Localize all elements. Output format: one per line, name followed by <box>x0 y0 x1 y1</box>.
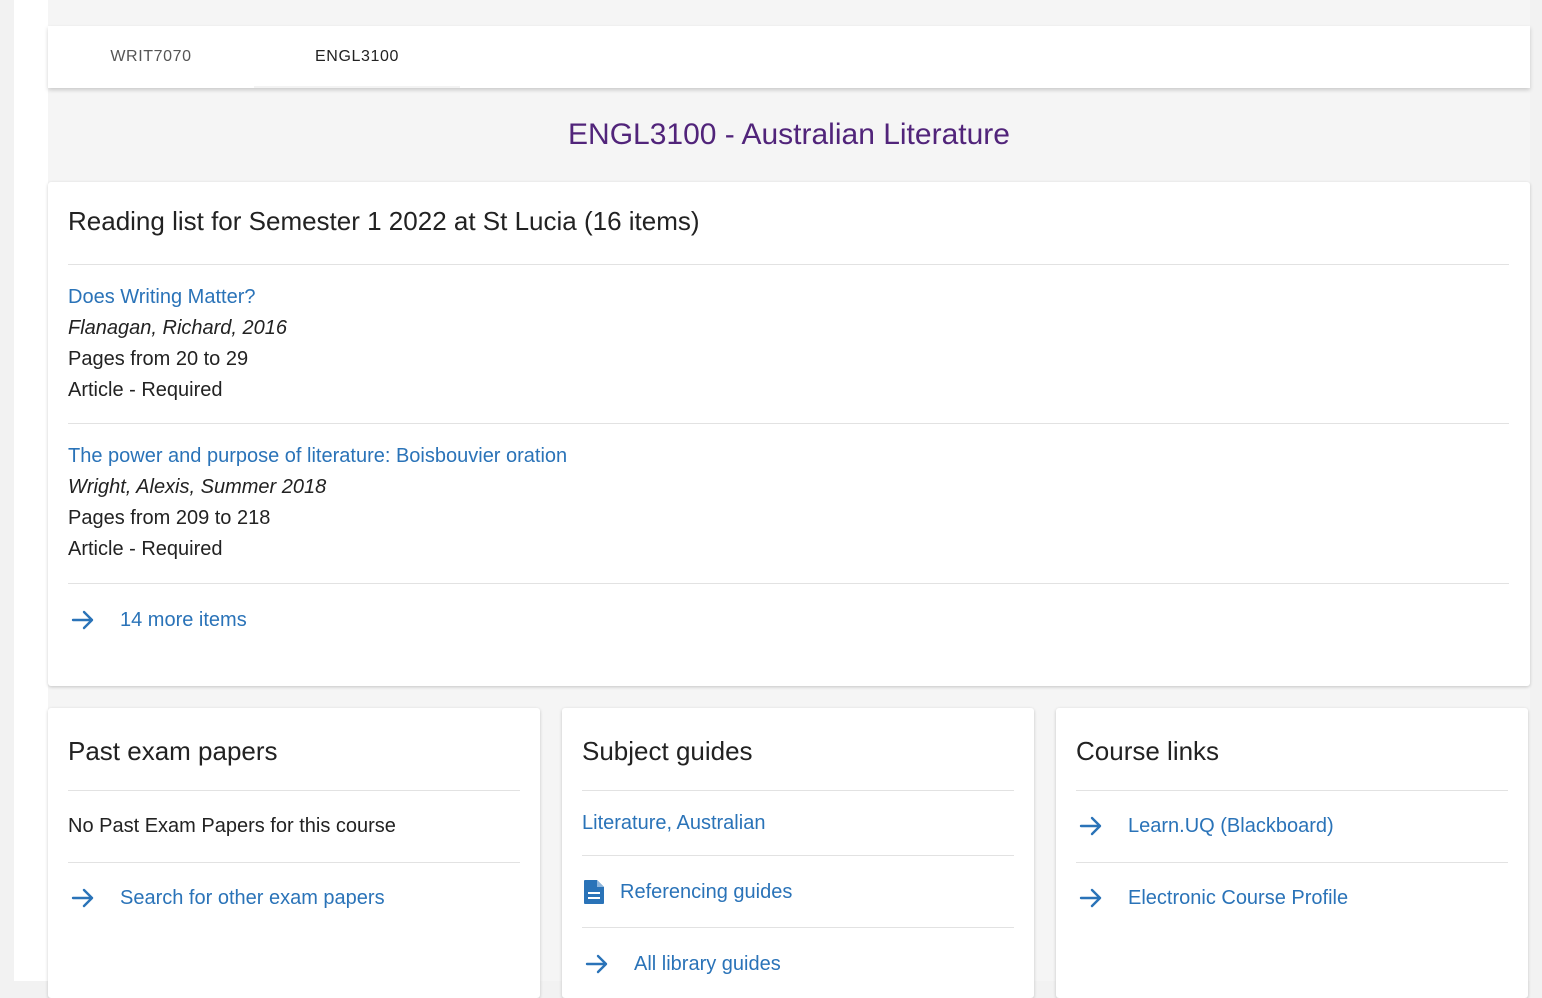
reading-item-pages: Pages from 20 to 29 <box>68 348 249 370</box>
divider <box>68 790 520 791</box>
learn-uq-label: Learn.UQ (Blackboard) <box>1128 814 1334 837</box>
divider <box>68 423 1509 424</box>
reading-item-author: Flanagan, Richard, 2016 <box>68 317 288 339</box>
more-items-link[interactable]: 14 more items <box>68 608 247 632</box>
no-exams-text: No Past Exam Papers for this course <box>68 815 396 837</box>
reading-item-author: Wright, Alexis, Summer 2018 <box>68 476 327 498</box>
past-exam-papers-card: Past exam papers No Past Exam Papers for… <box>48 708 540 998</box>
subject-guides-card: Subject guides Literature, Australian Re… <box>562 708 1034 998</box>
divider <box>582 790 1014 791</box>
reading-item: The power and purpose of literature: Boi… <box>68 441 567 565</box>
learn-uq-link[interactable]: Learn.UQ (Blackboard) <box>1076 814 1334 838</box>
course-title: ENGL3100 - Australian Literature <box>568 118 1010 151</box>
reading-item-type: Article - Required <box>68 538 223 560</box>
subject-guides-heading: Subject guides <box>582 736 753 766</box>
reading-list-heading: Reading list for Semester 1 2022 at St L… <box>68 206 700 236</box>
electronic-course-profile-label: Electronic Course Profile <box>1128 886 1349 909</box>
all-library-guides-label: All library guides <box>634 952 781 975</box>
tab-writ7070[interactable]: WRIT7070 <box>48 26 254 88</box>
divider <box>68 264 1509 265</box>
arrow-right-icon <box>1076 886 1106 910</box>
referencing-guides-label: Referencing guides <box>620 880 793 903</box>
arrow-right-icon <box>1076 814 1106 838</box>
reading-item: Does Writing Matter? Flanagan, Richard, … <box>68 282 287 406</box>
referencing-guides-link[interactable]: Referencing guides <box>582 878 792 906</box>
search-exam-papers-link[interactable]: Search for other exam papers <box>68 886 385 910</box>
document-icon <box>582 878 606 906</box>
more-items-label: 14 more items <box>120 608 247 631</box>
electronic-course-profile-link[interactable]: Electronic Course Profile <box>1076 886 1348 910</box>
arrow-right-icon <box>582 952 612 976</box>
reading-item-title-link[interactable]: The power and purpose of literature: Boi… <box>68 441 567 472</box>
arrow-right-icon <box>68 608 98 632</box>
course-tabs: WRIT7070 ENGL3100 <box>48 26 1530 88</box>
tab-engl3100[interactable]: ENGL3100 <box>254 26 460 88</box>
divider <box>68 583 1509 584</box>
reading-item-pages: Pages from 209 to 218 <box>68 507 271 529</box>
divider <box>582 927 1014 928</box>
search-exam-papers-label: Search for other exam papers <box>120 886 385 909</box>
divider <box>1076 790 1508 791</box>
guide-literature-australian-link[interactable]: Literature, Australian <box>582 812 765 835</box>
guide-label: Literature, Australian <box>582 812 766 834</box>
reading-item-title-link[interactable]: Does Writing Matter? <box>68 282 287 313</box>
arrow-right-icon <box>68 886 98 910</box>
course-links-heading: Course links <box>1076 736 1220 766</box>
divider <box>1076 862 1508 863</box>
reading-item-type: Article - Required <box>68 379 223 401</box>
course-links-card: Course links Learn.UQ (Blackboard) Elect… <box>1056 708 1528 998</box>
past-exam-heading: Past exam papers <box>68 736 278 766</box>
reading-list-card: Reading list for Semester 1 2022 at St L… <box>48 182 1530 686</box>
divider <box>582 855 1014 856</box>
divider <box>68 862 520 863</box>
all-library-guides-link[interactable]: All library guides <box>582 952 781 976</box>
